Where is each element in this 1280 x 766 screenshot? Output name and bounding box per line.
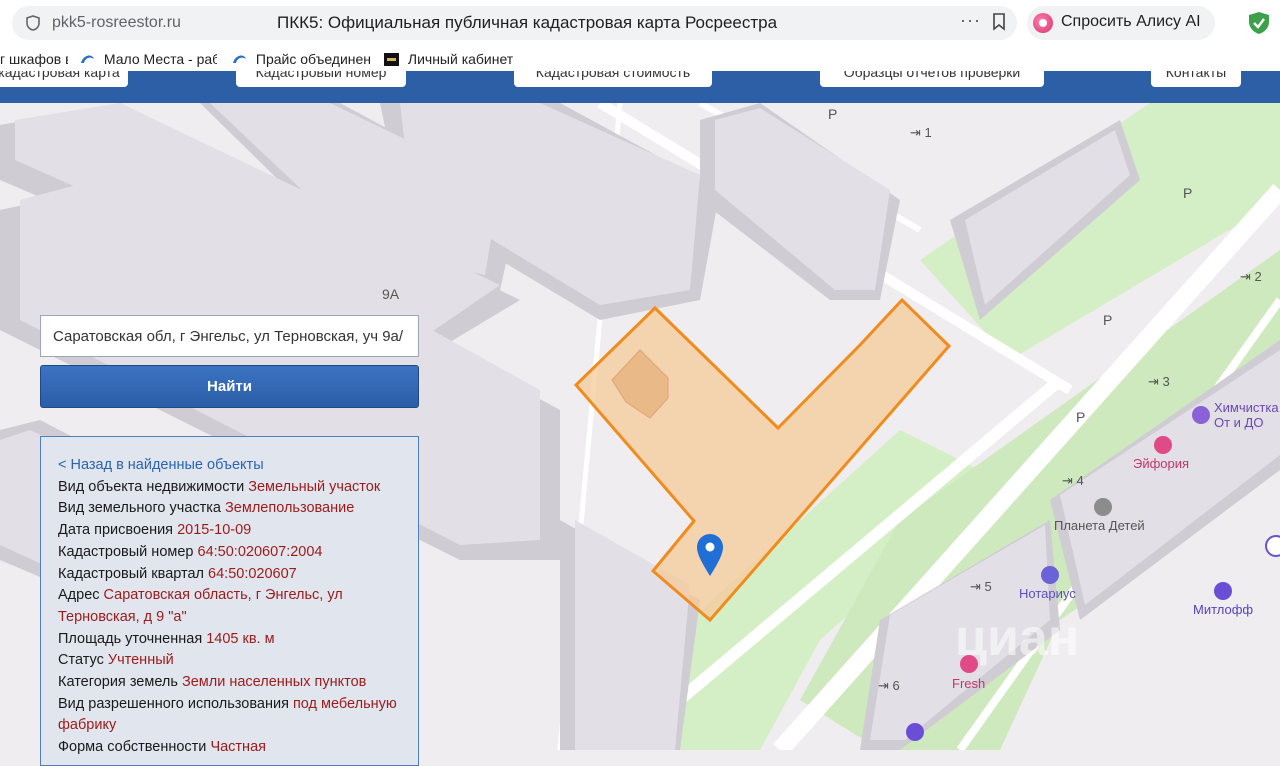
- parking-label: P: [1076, 409, 1086, 425]
- edge-favicon-icon: [81, 55, 94, 63]
- address-domain: pkk5-rosreestor.ru: [52, 14, 181, 31]
- info-row-cadastral-quarter: Кадастровый квартал 64:50:020607: [58, 565, 297, 582]
- info-row-area: Площадь уточненная 1405 кв. м: [58, 630, 275, 647]
- protect-shield-icon[interactable]: [1248, 11, 1270, 35]
- entrance-1: ⇥ 1: [910, 125, 932, 140]
- object-info-panel: < Назад в найденные объекты Вид объекта …: [40, 436, 419, 766]
- poi-fresh[interactable]: Fresh: [952, 676, 985, 691]
- partial-poi-icon[interactable]: [1265, 535, 1280, 557]
- parking-label: P: [1183, 185, 1193, 201]
- nav-contacts[interactable]: Контакты: [1151, 71, 1241, 87]
- bookmarks-bar: г шкафов в Мало Места - раб Прайс объеди…: [0, 47, 1280, 71]
- entrance-3: ⇥ 3: [1148, 374, 1170, 389]
- info-row-object-type: Вид объекта недвижимости Земельный участ…: [58, 478, 381, 495]
- building-label: 9А: [382, 286, 400, 302]
- entrance-5: ⇥ 5: [970, 579, 992, 594]
- entrance-6: ⇥ 6: [878, 678, 900, 693]
- back-link[interactable]: < Назад в найденные объекты: [58, 455, 401, 477]
- parking-label: P: [828, 106, 838, 122]
- cian-watermark: циан: [955, 609, 1080, 667]
- nav-cadastral-map[interactable]: кадастровая карта: [0, 71, 128, 87]
- site-nav: кадастровая карта Кадастровый номер Када…: [0, 71, 1280, 103]
- nav-cadastral-number[interactable]: Кадастровый номер: [236, 71, 406, 87]
- entrance-2: ⇥ 2: [1240, 269, 1262, 284]
- beauty-icon[interactable]: [1154, 436, 1172, 454]
- cabinet-favicon-icon: [384, 53, 399, 66]
- edge-favicon-icon: [233, 55, 246, 63]
- poi-euphoria[interactable]: Эйфория: [1133, 456, 1189, 471]
- address-bar[interactable]: pkk5-rosreestor.ru ПКК5: Официальная пуб…: [12, 6, 1017, 40]
- poi-notarius[interactable]: Нотариус: [1019, 586, 1076, 601]
- shop-icon[interactable]: [1214, 582, 1232, 600]
- parking-label: P: [1103, 312, 1113, 328]
- search-input[interactable]: [40, 315, 419, 357]
- service-icon[interactable]: [906, 723, 924, 741]
- bookmark-item-4[interactable]: Личный кабинет: [384, 51, 524, 67]
- bookmark-item-2[interactable]: Мало Места - раб: [80, 51, 217, 67]
- bookmark-icon[interactable]: [992, 13, 1006, 31]
- find-button[interactable]: Найти: [40, 365, 419, 408]
- page-title: ПКК5: Официальная публичная кадастровая …: [277, 13, 778, 32]
- poi-khimchistka[interactable]: Химчистка От и ДО: [1214, 400, 1279, 430]
- bookmark-item-3[interactable]: Прайс объединен: [232, 51, 370, 67]
- notary-icon[interactable]: [1041, 566, 1059, 584]
- laundry-icon[interactable]: [1192, 406, 1210, 424]
- info-row-status: Статус Учтенный: [58, 652, 174, 669]
- entrance-4: ⇥ 4: [1062, 473, 1084, 488]
- bookmark-label: Прайс объединен: [255, 51, 370, 67]
- bookmark-label: Личный кабинет: [407, 51, 514, 67]
- info-row-land-category: Категория земель Земли населенных пункто…: [58, 674, 367, 691]
- info-row-address: Адрес Саратовская область, г Энгельс, ул…: [58, 587, 343, 625]
- shield-icon: [26, 15, 40, 31]
- info-row-parcel-type: Вид земельного участка Землепользование: [58, 500, 355, 517]
- poi-planeta[interactable]: Планета Детей: [1054, 518, 1145, 533]
- nav-cadastral-value[interactable]: Кадастровая стоимость: [514, 71, 712, 87]
- bookmark-item-1[interactable]: г шкафов в: [0, 51, 68, 67]
- alice-button[interactable]: Спросить Алису AI: [1027, 6, 1215, 40]
- info-row-permitted-use: Вид разрешенного использования под мебел…: [58, 695, 397, 734]
- info-row-date: Дата присвоения 2015-10-09: [58, 522, 252, 539]
- more-menu-button[interactable]: ···: [960, 10, 981, 31]
- poi-mitloff[interactable]: Митлофф: [1193, 602, 1253, 617]
- bookmark-label: Мало Места - раб: [103, 51, 217, 67]
- bookmark-label: г шкафов в: [0, 51, 68, 67]
- info-row-cadastral-number: Кадастровый номер 64:50:020607:2004: [58, 543, 323, 560]
- nav-report-samples[interactable]: Образцы отчетов проверки: [820, 71, 1044, 87]
- alice-icon: [1033, 13, 1053, 33]
- info-row-ownership: Форма собственности Частная: [58, 739, 266, 756]
- alice-label: Спросить Алису AI: [1061, 13, 1201, 30]
- kids-icon[interactable]: [1094, 498, 1112, 516]
- browser-toolbar: pkk5-rosreestor.ru ПКК5: Официальная пуб…: [0, 0, 1280, 47]
